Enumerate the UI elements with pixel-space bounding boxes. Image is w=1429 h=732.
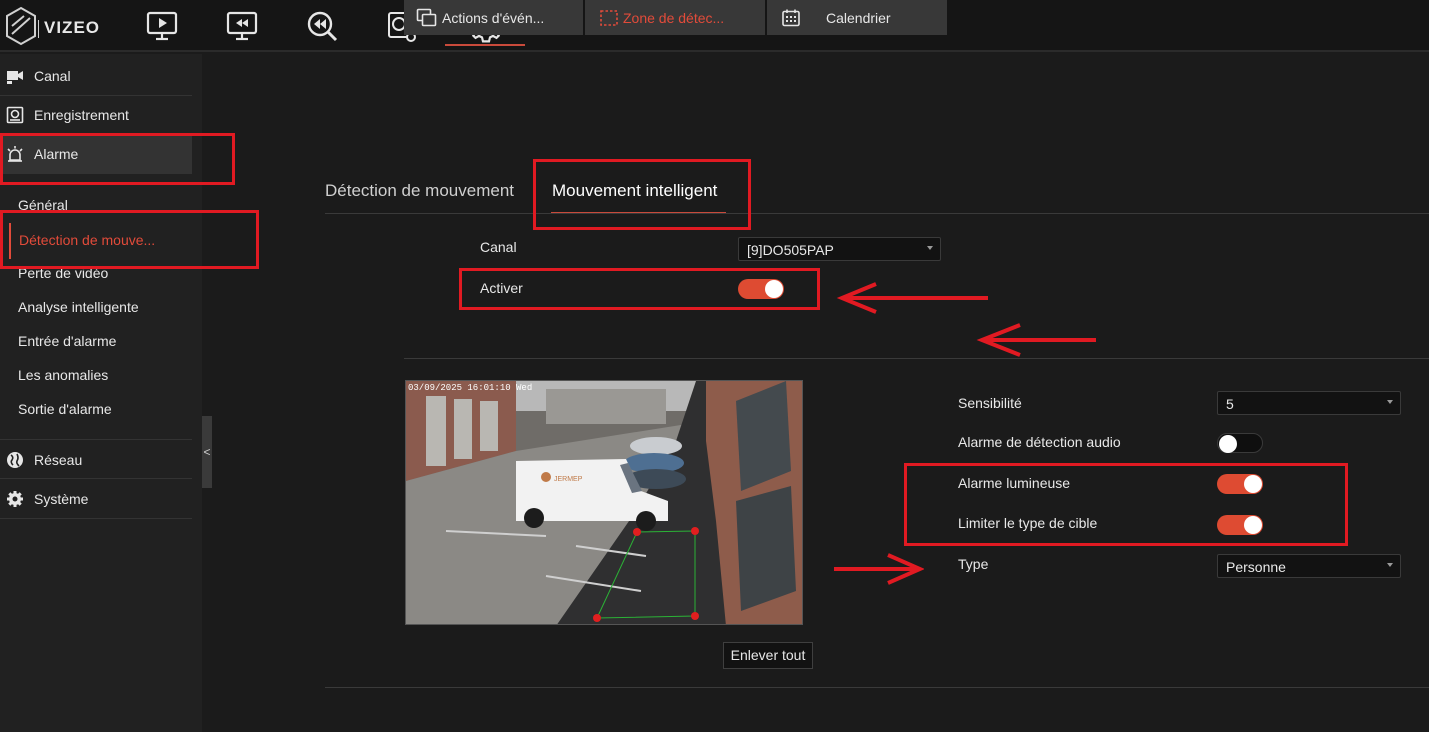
sidebar-subitem-sortie-alarme[interactable]: Sortie d'alarme	[18, 401, 112, 417]
canal-label: Canal	[480, 239, 517, 255]
type-label: Type	[958, 556, 989, 572]
sidebar-item-label: Réseau	[34, 452, 83, 468]
subtab-label: Zone de détec...	[623, 10, 725, 26]
recording-icon	[6, 106, 24, 124]
gear-icon	[7, 491, 23, 507]
annotation-box-alarme	[0, 133, 235, 185]
canal-select[interactable]: [9]DO505PAP	[738, 237, 941, 261]
actions-copy-icon	[416, 8, 437, 27]
brand-text: VIZEO	[44, 18, 101, 37]
annotation-box-activer	[459, 268, 820, 310]
toggle-knob	[1219, 435, 1237, 453]
subtab-label: Actions d'évén...	[442, 10, 545, 26]
calendar-icon	[782, 9, 800, 27]
subtab-label: Calendrier	[826, 10, 891, 26]
chevron-down-icon	[1387, 400, 1393, 404]
annotation-arrow-right-icon	[834, 553, 924, 585]
live-view-icon[interactable]	[144, 8, 180, 44]
camera-video-preview[interactable]: JERMEP 03/09/2025 16:01:10 Wed	[405, 380, 803, 625]
clear-all-button[interactable]: Enlever tout	[723, 642, 813, 669]
sidebar-item-systeme[interactable]: Système	[0, 479, 192, 519]
audio-alarm-toggle[interactable]	[1217, 433, 1263, 453]
annotation-arrow-left-icon	[836, 282, 988, 314]
zone-select-icon	[600, 10, 618, 26]
sidebar-item-label: Enregistrement	[34, 107, 129, 123]
sensibilite-label: Sensibilité	[958, 395, 1022, 411]
sidebar-subitem-analyse-intelligente[interactable]: Analyse intelligente	[18, 299, 139, 315]
subtab-actions-evenement[interactable]: Actions d'évén...	[404, 0, 583, 35]
type-select[interactable]: Personne	[1217, 554, 1401, 578]
vizeo-logo: VIZEO	[4, 6, 99, 46]
vizeo-logo-icon	[6, 6, 36, 46]
subtab-calendrier[interactable]: Calendrier	[767, 0, 947, 35]
playback-icon[interactable]	[224, 8, 260, 44]
sensibilite-select[interactable]: 5	[1217, 391, 1401, 415]
camera-scene-image: JERMEP 03/09/2025 16:01:10 Wed	[406, 381, 802, 624]
tab-detection-mouvement[interactable]: Détection de mouvement	[325, 181, 514, 201]
annotation-box-mouvement-intelligent	[533, 159, 751, 230]
sidebar-item-label: Canal	[34, 68, 71, 84]
sidebar-item-enregistrement[interactable]: Enregistrement	[0, 95, 192, 135]
van-logo-text: JERMEP	[554, 476, 583, 483]
sensibilite-select-value: 5	[1226, 396, 1234, 412]
annotation-box-detection-mouvement	[0, 210, 259, 269]
sidebar-subitem-anomalies[interactable]: Les anomalies	[18, 367, 108, 383]
subtab-zone-detection[interactable]: Zone de détec...	[585, 0, 765, 35]
globe-icon	[7, 452, 23, 468]
annotation-box-alarm-settings	[904, 463, 1348, 546]
chevron-down-icon	[1387, 563, 1393, 567]
sidebar-collapse-handle[interactable]: <	[202, 416, 212, 488]
sidebar-subitem-entree-alarme[interactable]: Entrée d'alarme	[18, 333, 116, 349]
video-timestamp: 03/09/2025 16:01:10 Wed	[408, 383, 532, 393]
sidebar-item-canal[interactable]: Canal	[0, 56, 192, 96]
tabs-divider	[325, 213, 1429, 214]
subtabs-divider	[404, 358, 1429, 359]
sidebar-item-reseau[interactable]: Réseau	[0, 439, 192, 479]
annotation-arrow-left-icon	[976, 323, 1096, 357]
camera-icon	[7, 71, 23, 84]
audio-alarm-label: Alarme de détection audio	[958, 434, 1121, 450]
content-bottom-divider	[325, 687, 1429, 688]
chevron-down-icon	[927, 246, 933, 250]
type-select-value: Personne	[1226, 559, 1286, 575]
active-nav-underline	[445, 44, 525, 46]
canal-select-value: [9]DO505PAP	[747, 242, 834, 258]
sidebar-item-label: Système	[34, 491, 89, 507]
search-playback-icon[interactable]	[304, 8, 340, 44]
